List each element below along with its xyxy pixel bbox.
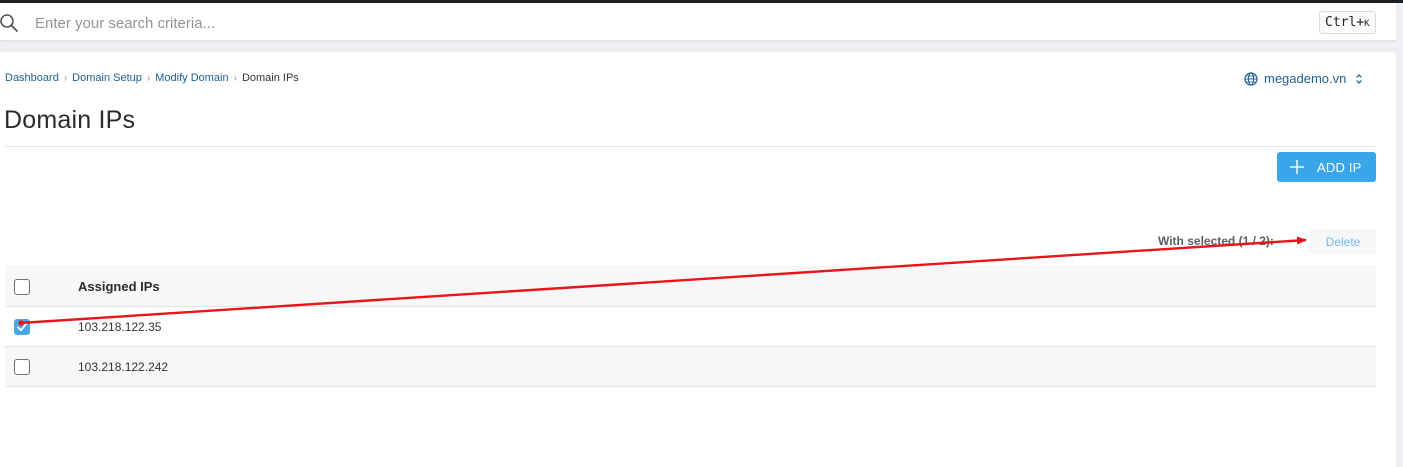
delete-selected-button[interactable]: Delete: [1310, 229, 1376, 254]
checkmark-icon: [17, 322, 28, 331]
shortcut-modifier: Ctrl+: [1325, 15, 1365, 30]
shortcut-key: K: [1364, 19, 1370, 29]
search-bar: Ctrl+K: [0, 3, 1396, 41]
domain-selector[interactable]: megademo.vn: [1244, 71, 1363, 86]
row-checkbox[interactable]: [14, 358, 30, 375]
breadcrumb-modify-domain[interactable]: Modify Domain: [155, 72, 228, 84]
breadcrumb-separator-icon: ›: [233, 72, 237, 84]
plus-icon: [1289, 159, 1305, 175]
ip-address-cell: 103.218.122.35: [78, 319, 162, 334]
page-gutter: [1396, 41, 1403, 467]
table-header-row: Assigned IPs: [5, 266, 1376, 307]
select-all-checkbox[interactable]: [14, 278, 30, 295]
breadcrumb-domain-ips: Domain IPs: [241, 72, 299, 84]
row-checkbox-checked[interactable]: [14, 318, 30, 335]
title-divider: [5, 146, 1376, 147]
globe-icon: [1244, 71, 1258, 86]
breadcrumb: Dashboard › Domain Setup › Modify Domain…: [5, 72, 299, 84]
column-header-assigned-ips: Assigned IPs: [78, 279, 160, 294]
ip-address-cell: 103.218.122.242: [78, 359, 169, 374]
breadcrumb-dashboard[interactable]: Dashboard: [5, 72, 59, 84]
page-title: Domain IPs: [4, 106, 136, 134]
chevron-up-down-icon: [1355, 73, 1363, 85]
assigned-ips-table: Assigned IPs 103.218.122.35 103.218.122.…: [5, 266, 1376, 387]
table-row: 103.218.122.35: [5, 307, 1376, 347]
add-ip-button[interactable]: ADD IP: [1277, 152, 1376, 182]
table-row: 103.218.122.242: [5, 347, 1376, 387]
domain-selector-value: megademo.vn: [1264, 71, 1347, 86]
search-icon[interactable]: [0, 13, 20, 33]
search-input[interactable]: [35, 11, 935, 35]
breadcrumb-separator-icon: ›: [63, 72, 68, 84]
breadcrumb-separator-icon: ›: [146, 72, 151, 84]
content-panel: Dashboard › Domain Setup › Modify Domain…: [0, 52, 1396, 467]
breadcrumb-domain-setup[interactable]: Domain Setup: [72, 72, 142, 84]
selection-count-label: With selected (1 / 2):: [1158, 234, 1274, 248]
keyboard-shortcut-hint: Ctrl+K: [1319, 11, 1376, 34]
add-ip-label: ADD IP: [1317, 159, 1362, 175]
